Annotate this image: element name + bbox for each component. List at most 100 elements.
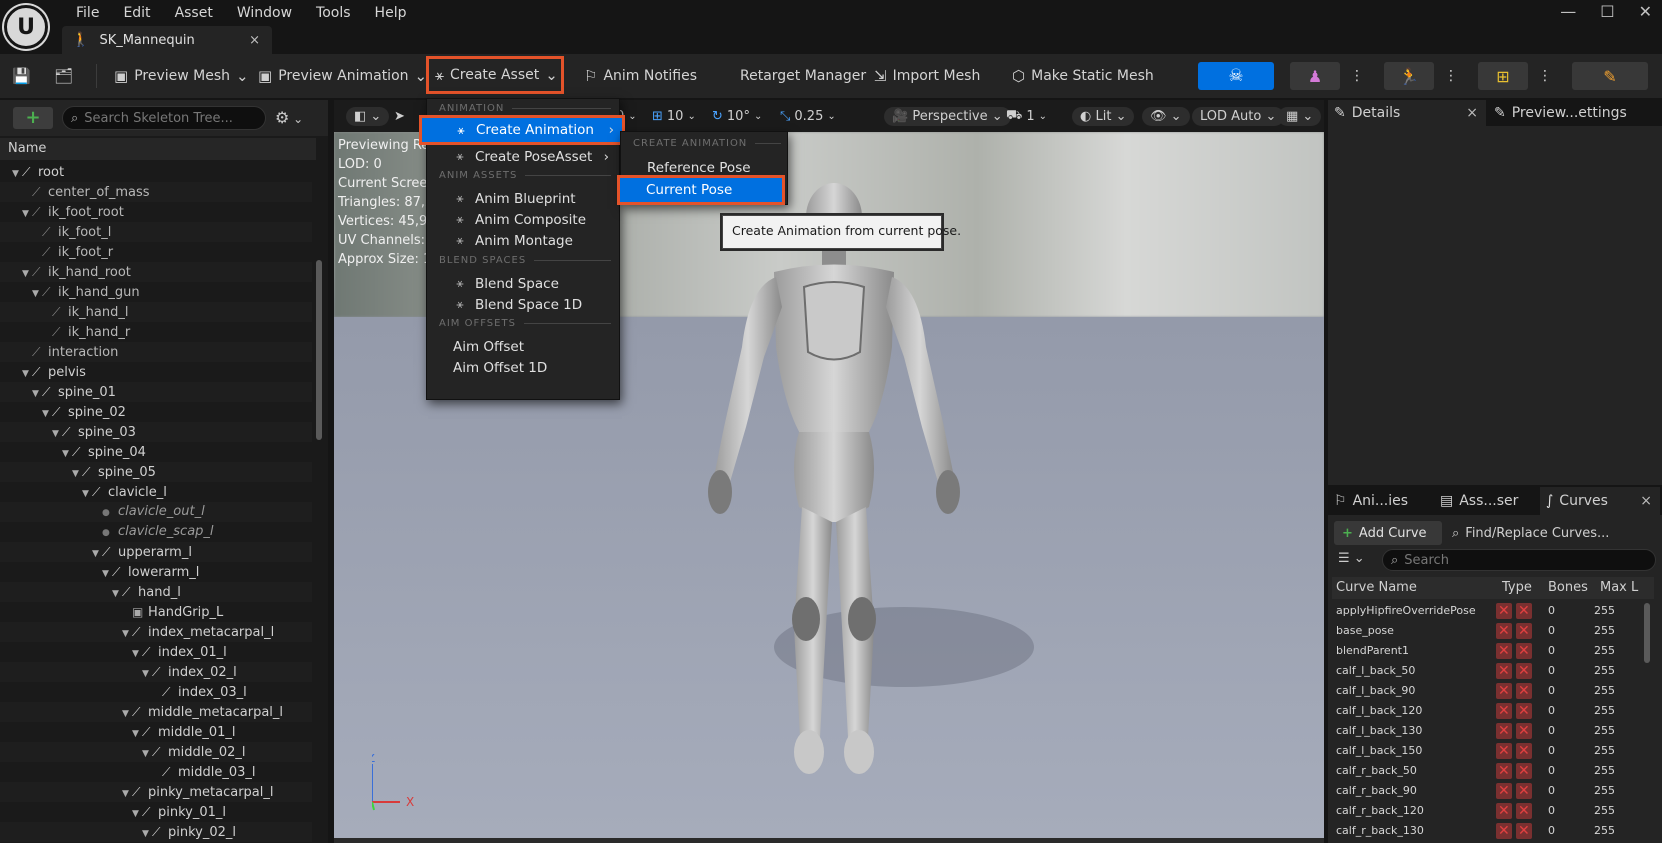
tab-asset-browser[interactable]: ▤ Ass...ser [1434,487,1538,515]
material-type-icon[interactable] [1516,701,1532,721]
material-type-icon[interactable] [1516,801,1532,821]
expand-arrow-icon[interactable]: ▼ [142,664,152,684]
expand-arrow-icon[interactable]: ▼ [92,544,102,564]
create-asset-button[interactable]: ⚹ Create Asset ⌄ [426,56,564,94]
expand-arrow-icon[interactable]: ▼ [52,424,62,444]
tree-row-middle-03-l[interactable]: ⟋ middle_03_l [0,762,312,782]
material-type-icon[interactable] [1516,601,1532,621]
tab-details[interactable]: ✎ Details × [1328,100,1486,126]
curve-row[interactable]: calf_l_back_90 0 255 [1332,681,1644,701]
tab-curves-close-icon[interactable]: × [1640,493,1660,509]
curve-row[interactable]: blendParent1 0 255 [1332,641,1644,661]
tree-row-center-of-mass[interactable]: ⟋ center_of_mass [0,182,312,202]
expand-arrow-icon[interactable]: ▼ [132,804,142,824]
show-flags-button[interactable]: 👁 ⌄ [1142,105,1190,127]
unreal-logo-icon[interactable]: U [4,5,48,49]
add-socket-button[interactable]: + [13,107,53,129]
tree-row-ik-hand-root[interactable]: ▼ ⟋ ik_hand_root [0,262,312,282]
curve-row[interactable]: calf_l_back_120 0 255 [1332,701,1644,721]
tree-row-pinky-02-l[interactable]: ▼ ⟋ pinky_02_l [0,822,312,842]
make-static-mesh-button[interactable]: ⬡ Make Static Mesh [1012,62,1154,90]
menu-item-blend-space[interactable]: ⚹ Blend Space [431,273,617,294]
grid-snap-button[interactable]: ⊞ 10 ⌄ [652,105,696,127]
skeleton-search-input[interactable]: ⌕ Search Skeleton Tree... [62,106,266,130]
curve-search-input[interactable]: ⌕ Search [1382,549,1656,571]
tab-preview-settings[interactable]: ✎ Preview...ettings [1488,100,1662,126]
skeleton-tree-scrollbar[interactable] [316,260,322,440]
expand-arrow-icon[interactable]: ▼ [132,724,142,744]
column-bones[interactable]: Bones [1548,577,1588,599]
morph-target-type-icon[interactable] [1496,701,1512,721]
material-type-icon[interactable] [1516,741,1532,761]
find-replace-curves-button[interactable]: ⌕ Find/Replace Curves... [1452,521,1609,545]
tree-row-clavicle-l[interactable]: ▼ ⟋ clavicle_l [0,482,312,502]
camera-speed-button[interactable]: ⛟ 1 ⌄ [1006,105,1047,127]
expand-arrow-icon[interactable]: ▼ [122,624,132,644]
curve-row[interactable]: calf_l_back_50 0 255 [1332,661,1644,681]
morph-target-type-icon[interactable] [1496,781,1512,801]
curve-row[interactable]: applyHipfireOverridePose 0 255 [1332,601,1644,621]
maximize-icon[interactable]: ☐ [1600,2,1614,21]
tree-row-middle-02-l[interactable]: ▼ ⟋ middle_02_l [0,742,312,762]
viewport-options-button[interactable]: ◧ ⌄ [346,105,390,127]
morph-target-type-icon[interactable] [1496,661,1512,681]
material-type-icon[interactable] [1516,641,1532,661]
expand-arrow-icon[interactable]: ▼ [12,164,22,184]
tree-row-ik-hand-l[interactable]: ⟋ ik_hand_l [0,302,312,322]
select-mode-button[interactable]: ➤ [394,105,405,127]
material-type-icon[interactable] [1516,621,1532,641]
tree-row-lowerarm-l[interactable]: ▼ ⟋ lowerarm_l [0,562,312,582]
expand-arrow-icon[interactable]: ▼ [122,704,132,724]
menu-item-aim-offset-1d[interactable]: Aim Offset 1D [431,357,617,378]
tree-row-index-02-l[interactable]: ▼ ⟋ index_02_l [0,662,312,682]
expand-arrow-icon[interactable]: ▼ [32,384,42,404]
expand-arrow-icon[interactable]: ▼ [22,364,32,384]
tree-row-ik-hand-r[interactable]: ⟋ ik_hand_r [0,322,312,342]
mannequin-model[interactable] [634,177,1034,797]
morph-target-type-icon[interactable] [1496,681,1512,701]
tree-row-spine-04[interactable]: ▼ ⟋ spine_04 [0,442,312,462]
tree-row-spine-05[interactable]: ▼ ⟋ spine_05 [0,462,312,482]
expand-arrow-icon[interactable]: ▼ [132,644,142,664]
lod-button[interactable]: LOD Auto ⌄ [1192,105,1285,127]
tree-row-ik-foot-l[interactable]: ⟋ ik_foot_l [0,222,312,242]
tree-row-spine-01[interactable]: ▼ ⟋ spine_01 [0,382,312,402]
menu-edit[interactable]: Edit [111,4,162,22]
document-tab[interactable]: 🚶 SK_Mannequin × [62,26,272,54]
curve-row[interactable]: calf_l_back_130 0 255 [1332,721,1644,741]
perspective-button[interactable]: 🎥 Perspective ⌄ [884,105,1011,127]
animation-mode-button[interactable]: 🏃 [1384,62,1434,90]
anim-notifies-button[interactable]: ⚐ Anim Notifies [584,62,697,90]
menu-window[interactable]: Window [225,4,304,22]
expand-arrow-icon[interactable]: ▼ [42,404,52,424]
morph-target-type-icon[interactable] [1496,761,1512,781]
document-tab-close-icon[interactable]: × [249,33,260,48]
curve-row[interactable]: calf_r_back_130 0 255 [1332,821,1644,841]
tree-row-interaction[interactable]: ⟋ interaction [0,342,312,362]
tree-row-index-03-l[interactable]: ⟋ index_03_l [0,682,312,702]
menu-tools[interactable]: Tools [304,4,363,22]
expand-arrow-icon[interactable]: ▼ [72,464,82,484]
morph-target-type-icon[interactable] [1496,721,1512,741]
menu-item-aim-offset[interactable]: Aim Offset [431,336,617,357]
animation-mode-options-button[interactable]: ⋮ [1444,62,1458,90]
tab-curves[interactable]: ∫ Curves × [1540,487,1660,515]
expand-arrow-icon[interactable]: ▼ [142,744,152,764]
skeleton-mode-button[interactable]: ☠ [1198,62,1274,90]
tree-row-ik-foot-r[interactable]: ⟋ ik_foot_r [0,242,312,262]
menu-item-blend-space-1d[interactable]: ⚹ Blend Space 1D [431,294,617,315]
material-type-icon[interactable] [1516,721,1532,741]
physics-mode-button[interactable]: ✎ [1572,62,1648,90]
curve-row[interactable]: calf_r_back_120 0 255 [1332,801,1644,821]
menu-item-anim-composite[interactable]: ⚹ Anim Composite [431,209,617,230]
tree-row-clavicle-out-l[interactable]: ● clavicle_out_l [0,502,312,522]
rotation-snap-button[interactable]: ↻ 10° ⌄ [712,105,762,127]
expand-arrow-icon[interactable]: ▼ [22,204,32,224]
menu-help[interactable]: Help [363,4,419,22]
blueprint-mode-options-button[interactable]: ⋮ [1538,62,1552,90]
expand-arrow-icon[interactable]: ▼ [82,484,92,504]
tree-row-ik-hand-gun[interactable]: ▼ ⟋ ik_hand_gun [0,282,312,302]
column-max-lod[interactable]: Max L [1600,577,1638,599]
column-type[interactable]: Type [1502,577,1532,599]
morph-target-type-icon[interactable] [1496,801,1512,821]
